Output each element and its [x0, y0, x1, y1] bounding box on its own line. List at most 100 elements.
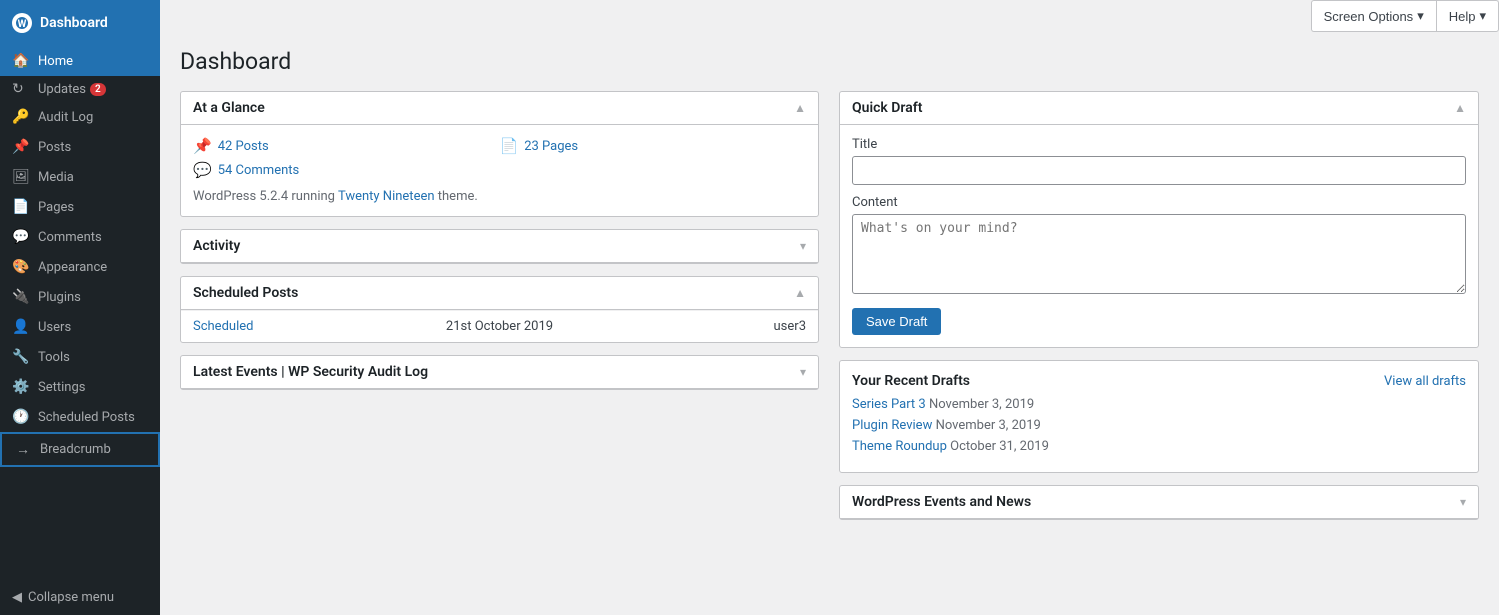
posts-count-icon: 📌 — [193, 137, 212, 155]
sidebar-item-settings[interactable]: ⚙️ Settings — [0, 372, 160, 402]
draft-date-1-text: November 3, 2019 — [936, 418, 1041, 433]
users-icon: 👤 — [12, 319, 30, 335]
sidebar-logo-label: Dashboard — [40, 15, 108, 31]
pages-count-item: 📄 23 Pages — [500, 137, 807, 155]
latest-events-panel: Latest Events | WP Security Audit Log ▾ — [180, 355, 819, 390]
wp-events-panel: WordPress Events and News ▾ — [839, 485, 1479, 520]
screen-options-chevron-icon: ▾ — [1417, 8, 1424, 24]
sidebar-item-users[interactable]: 👤 Users — [0, 312, 160, 342]
scheduled-posts-title: Scheduled Posts — [193, 285, 298, 301]
at-a-glance-body: 📌 42 Posts 📄 23 Pages 💬 54 Comments — [181, 125, 818, 216]
sidebar: W Dashboard 🏠 Home ↻ Updates 2 🔑 Audit L… — [0, 0, 160, 615]
sidebar-item-updates[interactable]: ↻ Updates 2 — [0, 76, 160, 102]
sidebar-item-appearance[interactable]: 🎨 Appearance — [0, 252, 160, 282]
pages-icon: 📄 — [12, 199, 30, 215]
sidebar-item-posts[interactable]: 📌 Posts — [0, 132, 160, 162]
sidebar-item-plugins[interactable]: 🔌 Plugins — [0, 282, 160, 312]
wp-events-chevron-icon: ▾ — [1460, 495, 1466, 509]
scheduled-posts-chevron-icon: ▲ — [794, 286, 806, 300]
sidebar-item-media[interactable]: 🖼 Media — [0, 162, 160, 192]
posts-count-link[interactable]: 42 Posts — [218, 139, 269, 154]
sidebar-item-tools[interactable]: 🔧 Tools — [0, 342, 160, 372]
sidebar-settings-label: Settings — [38, 380, 85, 395]
at-a-glance-panel: At a Glance ▲ 📌 42 Posts 📄 23 Pages — [180, 91, 819, 217]
sidebar-item-comments[interactable]: 💬 Comments — [0, 222, 160, 252]
latest-events-title: Latest Events | WP Security Audit Log — [193, 364, 428, 380]
plugins-icon: 🔌 — [12, 289, 30, 305]
at-a-glance-grid: 📌 42 Posts 📄 23 Pages 💬 54 Comments — [193, 137, 806, 179]
scheduled-posts-row: Scheduled 21st October 2019 user3 — [181, 310, 818, 342]
sidebar-item-breadcrumb[interactable]: → Breadcrumb — [0, 432, 160, 467]
collapse-menu-icon: ◀ — [12, 590, 22, 605]
sidebar-pages-label: Pages — [38, 200, 74, 215]
recent-drafts-body: Your Recent Drafts View all drafts Serie… — [840, 361, 1478, 472]
recent-drafts-title: Your Recent Drafts — [852, 373, 970, 389]
draft-title-input[interactable] — [852, 156, 1466, 185]
right-column: Quick Draft ▲ Title Content Save Draft — [839, 91, 1479, 599]
home-icon: 🏠 — [12, 53, 30, 69]
draft-link-0[interactable]: Series Part 3 — [852, 397, 926, 412]
content-field-label: Content — [852, 195, 1466, 210]
scheduled-post-link[interactable]: Scheduled — [193, 319, 253, 334]
sidebar-users-label: Users — [38, 320, 71, 335]
save-draft-button[interactable]: Save Draft — [852, 308, 941, 335]
sidebar-home-label: Home — [38, 54, 73, 69]
sidebar-logo[interactable]: W Dashboard — [0, 0, 160, 46]
content-field-group: Content — [852, 195, 1466, 298]
draft-item-0: Series Part 3 November 3, 2019 — [852, 397, 1466, 412]
latest-events-header[interactable]: Latest Events | WP Security Audit Log ▾ — [181, 356, 818, 389]
scheduled-date-col: 21st October 2019 — [346, 319, 653, 334]
scheduled-posts-panel: Scheduled Posts ▲ Scheduled 21st October… — [180, 276, 819, 343]
wp-version-text: WordPress 5.2.4 running Twenty Nineteen … — [193, 189, 806, 204]
tools-icon: 🔧 — [12, 349, 30, 365]
quick-draft-header[interactable]: Quick Draft ▲ — [840, 92, 1478, 125]
at-a-glance-header[interactable]: At a Glance ▲ — [181, 92, 818, 125]
title-field-group: Title — [852, 137, 1466, 185]
sidebar-audit-log-label: Audit Log — [38, 110, 93, 125]
main-content: Dashboard At a Glance ▲ 📌 42 Posts — [160, 0, 1499, 615]
sidebar-comments-label: Comments — [38, 230, 102, 245]
updates-icon: ↻ — [12, 81, 30, 97]
screen-options-button[interactable]: Screen Options ▾ — [1311, 0, 1436, 32]
scheduled-posts-header[interactable]: Scheduled Posts ▲ — [181, 277, 818, 310]
comments-count-link[interactable]: 54 Comments — [218, 163, 300, 178]
help-button[interactable]: Help ▾ — [1436, 0, 1499, 32]
audit-log-icon: 🔑 — [12, 109, 30, 125]
sidebar-scheduled-posts-label: Scheduled Posts — [38, 410, 135, 425]
collapse-menu-label: Collapse menu — [28, 590, 114, 605]
sidebar-item-audit-log[interactable]: 🔑 Audit Log — [0, 102, 160, 132]
wp-events-header[interactable]: WordPress Events and News ▾ — [840, 486, 1478, 519]
draft-link-2[interactable]: Theme Roundup — [852, 439, 947, 454]
at-a-glance-chevron-icon: ▲ — [794, 101, 806, 115]
quick-draft-title: Quick Draft — [852, 100, 922, 116]
at-a-glance-title: At a Glance — [193, 100, 265, 116]
comments-icon: 💬 — [12, 229, 30, 245]
settings-icon: ⚙️ — [12, 379, 30, 395]
quick-draft-body: Title Content Save Draft — [840, 125, 1478, 347]
sidebar-tools-label: Tools — [38, 350, 70, 365]
latest-events-chevron-icon: ▾ — [800, 365, 806, 379]
view-all-drafts-link[interactable]: View all drafts — [1384, 374, 1466, 389]
screen-options-label: Screen Options — [1324, 9, 1414, 24]
pages-count-link[interactable]: 23 Pages — [524, 139, 578, 154]
activity-chevron-icon: ▾ — [800, 239, 806, 253]
sidebar-item-scheduled-posts[interactable]: 🕐 Scheduled Posts — [0, 402, 160, 432]
draft-link-1[interactable]: Plugin Review — [852, 418, 932, 433]
wp-logo-icon: W — [12, 13, 32, 33]
draft-content-textarea[interactable] — [852, 214, 1466, 294]
activity-title: Activity — [193, 238, 240, 254]
draft-date-2-text: October 31, 2019 — [950, 439, 1049, 454]
sidebar-posts-label: Posts — [38, 140, 71, 155]
page-title: Dashboard — [180, 48, 1479, 75]
activity-header[interactable]: Activity ▾ — [181, 230, 818, 263]
sidebar-item-pages[interactable]: 📄 Pages — [0, 192, 160, 222]
sidebar-item-home[interactable]: 🏠 Home — [0, 46, 160, 76]
pages-count-icon: 📄 — [500, 137, 519, 155]
scheduled-posts-icon: 🕐 — [12, 409, 30, 425]
scheduled-link-col: Scheduled — [193, 319, 346, 334]
recent-drafts-header: Your Recent Drafts View all drafts — [852, 373, 1466, 389]
updates-badge: 2 — [90, 83, 106, 96]
theme-link[interactable]: Twenty Nineteen — [338, 189, 435, 204]
collapse-menu[interactable]: ◀ Collapse menu — [0, 580, 160, 615]
svg-text:W: W — [18, 19, 27, 30]
